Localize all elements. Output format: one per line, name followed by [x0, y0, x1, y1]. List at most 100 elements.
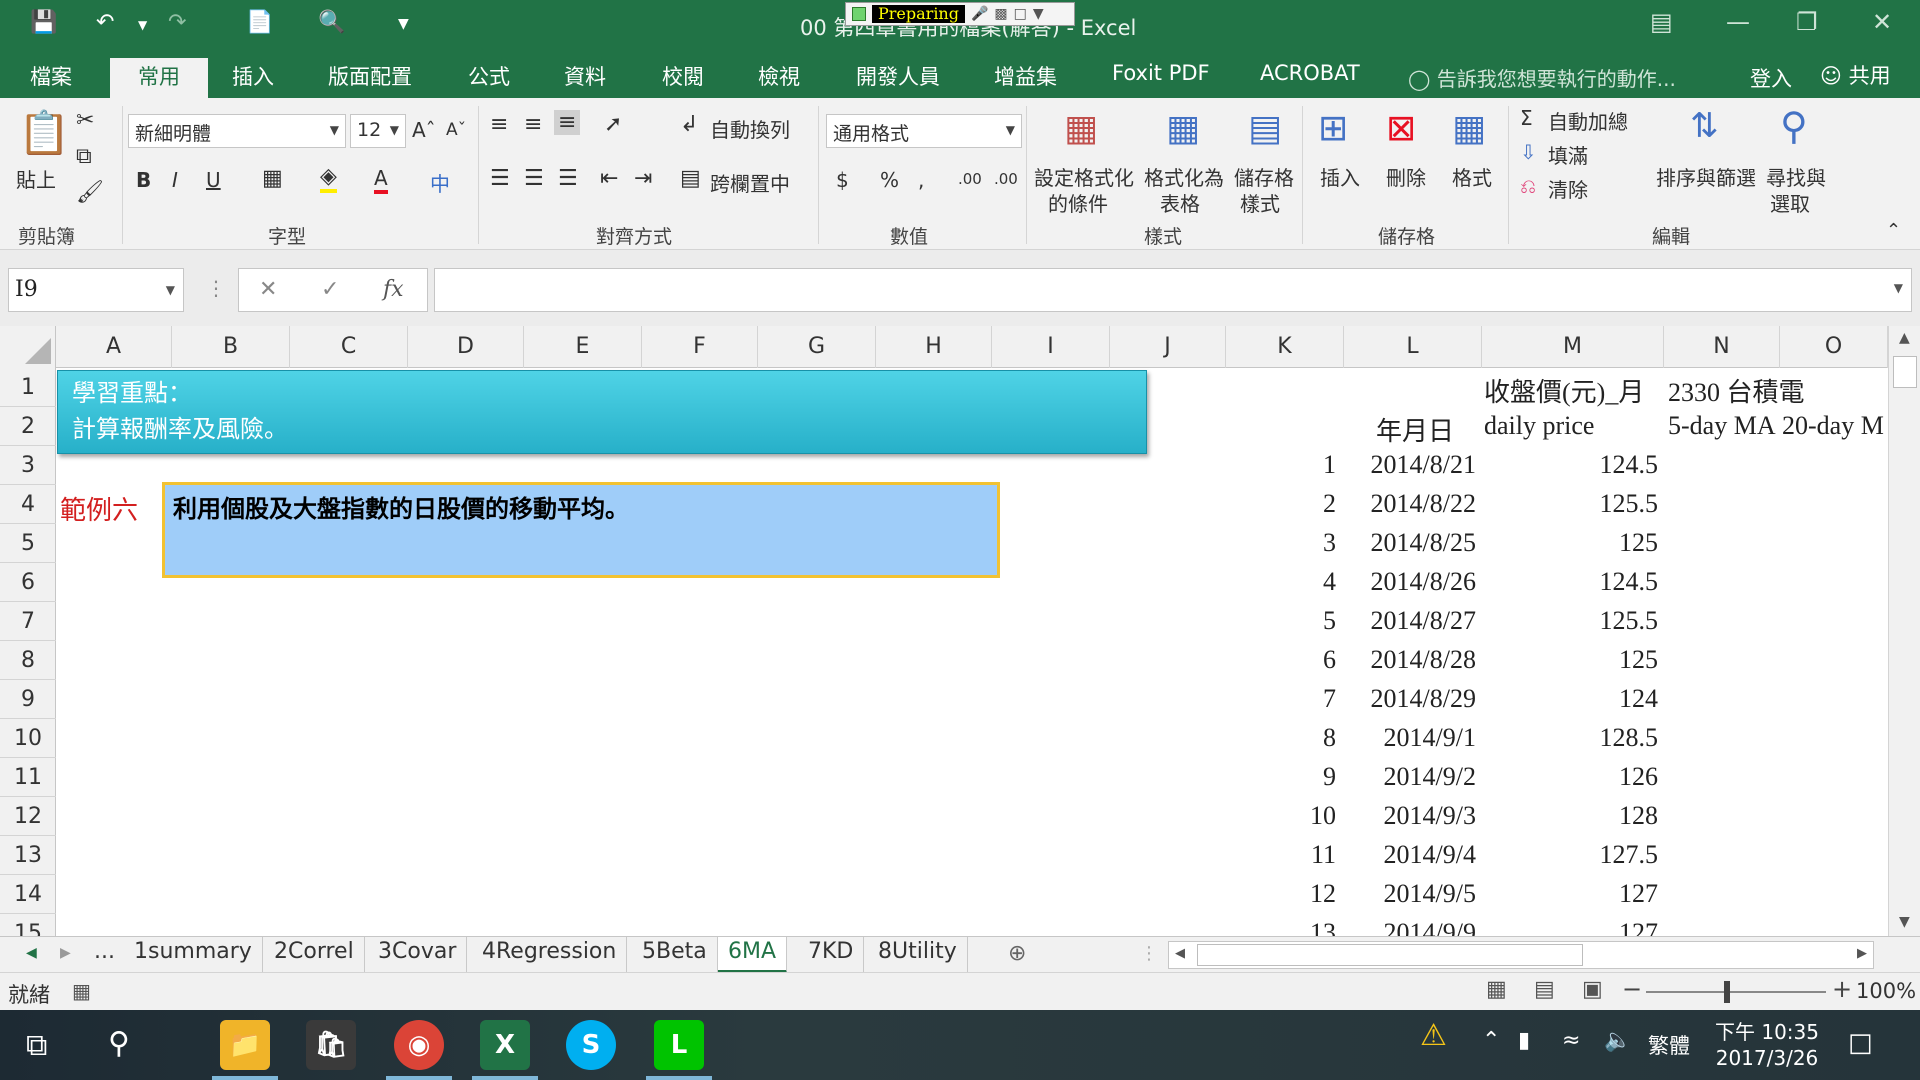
decrease-decimal-icon[interactable]: .00 — [994, 170, 1018, 188]
eraser-icon[interactable]: ⎌ — [1520, 174, 1536, 198]
number-format-select[interactable]: 通用格式 ▼ — [826, 114, 1022, 148]
tell-me-search[interactable]: ◯ 告訴我您想要執行的動作... — [1408, 63, 1676, 92]
cell-m-price[interactable]: 125 — [1482, 528, 1658, 558]
format-painter-icon[interactable]: 🖌 — [76, 180, 104, 205]
phonetic-icon[interactable]: 中 — [430, 168, 450, 197]
cell-k-index[interactable]: 4 — [1226, 567, 1336, 597]
row-header[interactable]: 6 — [0, 563, 56, 602]
next-sheet-icon[interactable]: ▶ — [60, 945, 71, 961]
cell-l2[interactable]: 年月日 — [1348, 411, 1482, 448]
cancel-icon[interactable]: ✕ — [259, 277, 277, 302]
volume-icon[interactable]: 🔈 — [1604, 1028, 1631, 1053]
clear-label[interactable]: 清除 — [1548, 174, 1588, 203]
font-name-select[interactable]: 新細明體 ▼ — [128, 114, 346, 148]
chrome-icon[interactable]: ◉ — [394, 1020, 444, 1070]
column-header-k[interactable]: K — [1226, 326, 1344, 368]
currency-icon[interactable]: $ — [836, 168, 849, 192]
column-header-c[interactable]: C — [290, 326, 408, 368]
cell-k-index[interactable]: 12 — [1226, 879, 1336, 909]
close-icon[interactable]: ✕ — [1872, 8, 1892, 36]
align-bottom-icon[interactable]: ≡ — [554, 110, 581, 135]
cell-styles-label-1[interactable]: 儲存格 — [1234, 162, 1294, 191]
autosum-label[interactable]: 自動加總 — [1548, 106, 1628, 135]
expand-formula-icon[interactable]: ▼ — [1894, 281, 1903, 295]
sheet-tab-5beta[interactable]: 5Beta — [632, 937, 718, 973]
tab-review[interactable]: 校閱 — [662, 61, 704, 91]
formula-input[interactable]: ▼ — [434, 268, 1912, 312]
zoom-level[interactable]: 100% — [1856, 979, 1916, 1003]
find-select-label-1[interactable]: 尋找與 — [1766, 162, 1826, 191]
autosum-icon[interactable]: Σ — [1520, 106, 1533, 130]
sheet-tab-6ma[interactable]: 6MA — [718, 937, 788, 973]
cell-k-index[interactable]: 13 — [1226, 918, 1336, 936]
merge-center-label[interactable]: 跨欄置中 — [710, 168, 790, 197]
row-header[interactable]: 3 — [0, 446, 56, 485]
tab-formulas[interactable]: 公式 — [468, 61, 510, 91]
restore-icon[interactable]: ❐ — [1796, 8, 1818, 36]
recorder-toolbar[interactable]: Preparing 🎤 ▩ □ ▼ — [845, 2, 1075, 26]
undo-dropdown-icon[interactable]: ▼ — [138, 18, 147, 32]
sheet-tab-8utility[interactable]: 8Utility — [868, 937, 968, 973]
cell-m-price[interactable]: 124.5 — [1482, 450, 1659, 480]
insert-function-icon[interactable]: fx — [383, 277, 404, 302]
font-color-icon[interactable]: A — [374, 166, 388, 194]
format-as-table-icon[interactable]: ▦ — [1166, 108, 1200, 149]
cell-m-price[interactable]: 124 — [1482, 684, 1658, 714]
tab-splitter-icon[interactable]: ⋮ — [1140, 943, 1158, 964]
find-select-icon[interactable]: ⚲ — [1780, 104, 1808, 148]
find-select-label-2[interactable]: 選取 — [1770, 188, 1810, 217]
paste-label[interactable]: 貼上 — [16, 164, 56, 193]
cell-m-price[interactable]: 127 — [1482, 879, 1658, 909]
row-header[interactable]: 4 — [0, 485, 56, 524]
tab-foxit-pdf[interactable]: Foxit PDF — [1112, 61, 1210, 85]
column-header-g[interactable]: G — [758, 326, 876, 368]
column-header-m[interactable]: M — [1482, 326, 1664, 368]
notifications-icon[interactable]: □ — [1848, 1028, 1873, 1058]
scroll-up-icon[interactable]: ▲ — [1899, 330, 1910, 346]
cell-m1[interactable]: 收盤價(元)_月 — [1484, 372, 1644, 409]
zoom-in-icon[interactable]: + — [1832, 975, 1852, 1003]
row-header[interactable]: 12 — [0, 797, 56, 836]
cell-m-price[interactable]: 125.5 — [1482, 606, 1659, 636]
row-header[interactable]: 15 — [0, 914, 56, 936]
share-button[interactable]: ☺ 共用 — [1820, 60, 1891, 90]
column-header-j[interactable]: J — [1110, 326, 1226, 368]
sheet-tab-more[interactable]: ... — [84, 937, 125, 973]
clock-time[interactable]: 下午 10:35 — [1712, 1016, 1822, 1045]
cell-m-price[interactable]: 126 — [1482, 762, 1658, 792]
fill-color-icon[interactable]: ◈ — [320, 164, 337, 193]
skype-icon[interactable]: S — [566, 1020, 616, 1070]
conditional-format-label-1[interactable]: 設定格式化 — [1034, 162, 1134, 191]
orientation-icon[interactable]: ➚ — [604, 112, 622, 137]
name-box[interactable]: I9 ▼ — [8, 268, 184, 312]
insert-cells-icon[interactable]: ⊞ — [1318, 108, 1348, 149]
battery-icon[interactable]: ▮ — [1518, 1028, 1530, 1053]
recorder-menu-icon[interactable]: ▼ — [1033, 6, 1044, 22]
sheet-tab-2correl[interactable]: 2Correl — [264, 937, 365, 973]
increase-decimal-icon[interactable]: .00 — [958, 170, 982, 188]
scrollbar-thumb[interactable] — [1197, 944, 1583, 966]
customize-toolbar-icon[interactable]: ▼ — [398, 16, 409, 32]
cell-l-date[interactable]: 2014/9/3 — [1344, 801, 1476, 831]
enter-icon[interactable]: ✓ — [321, 277, 339, 302]
cell-l-date[interactable]: 2014/9/5 — [1344, 879, 1476, 909]
cell-k-index[interactable]: 3 — [1226, 528, 1336, 558]
collapse-ribbon-icon[interactable]: ⌃ — [1886, 220, 1901, 241]
cell-m2[interactable]: daily price — [1484, 411, 1594, 441]
copy-icon[interactable]: ⧉ — [76, 144, 92, 169]
row-header[interactable]: 2 — [0, 407, 56, 446]
cell-l-date[interactable]: 2014/8/28 — [1344, 645, 1476, 675]
column-header-d[interactable]: D — [408, 326, 524, 368]
align-middle-icon[interactable]: ≡ — [524, 112, 542, 137]
cell-k-index[interactable]: 7 — [1226, 684, 1336, 714]
print-preview-icon[interactable]: 🔍 — [318, 10, 345, 35]
vertical-scrollbar[interactable]: ▲ ▼ — [1888, 326, 1920, 936]
format-cells-icon[interactable]: ▦ — [1452, 108, 1486, 149]
font-size-select[interactable]: 12 ▼ — [350, 114, 406, 148]
underline-icon[interactable]: U — [206, 168, 221, 192]
cell-k-index[interactable]: 1 — [1226, 450, 1336, 480]
fill-icon[interactable]: ⇩ — [1520, 140, 1537, 164]
row-header[interactable]: 11 — [0, 758, 56, 797]
column-header-o[interactable]: O — [1780, 326, 1888, 368]
show-hidden-icons-icon[interactable]: ⌃ — [1482, 1028, 1500, 1053]
